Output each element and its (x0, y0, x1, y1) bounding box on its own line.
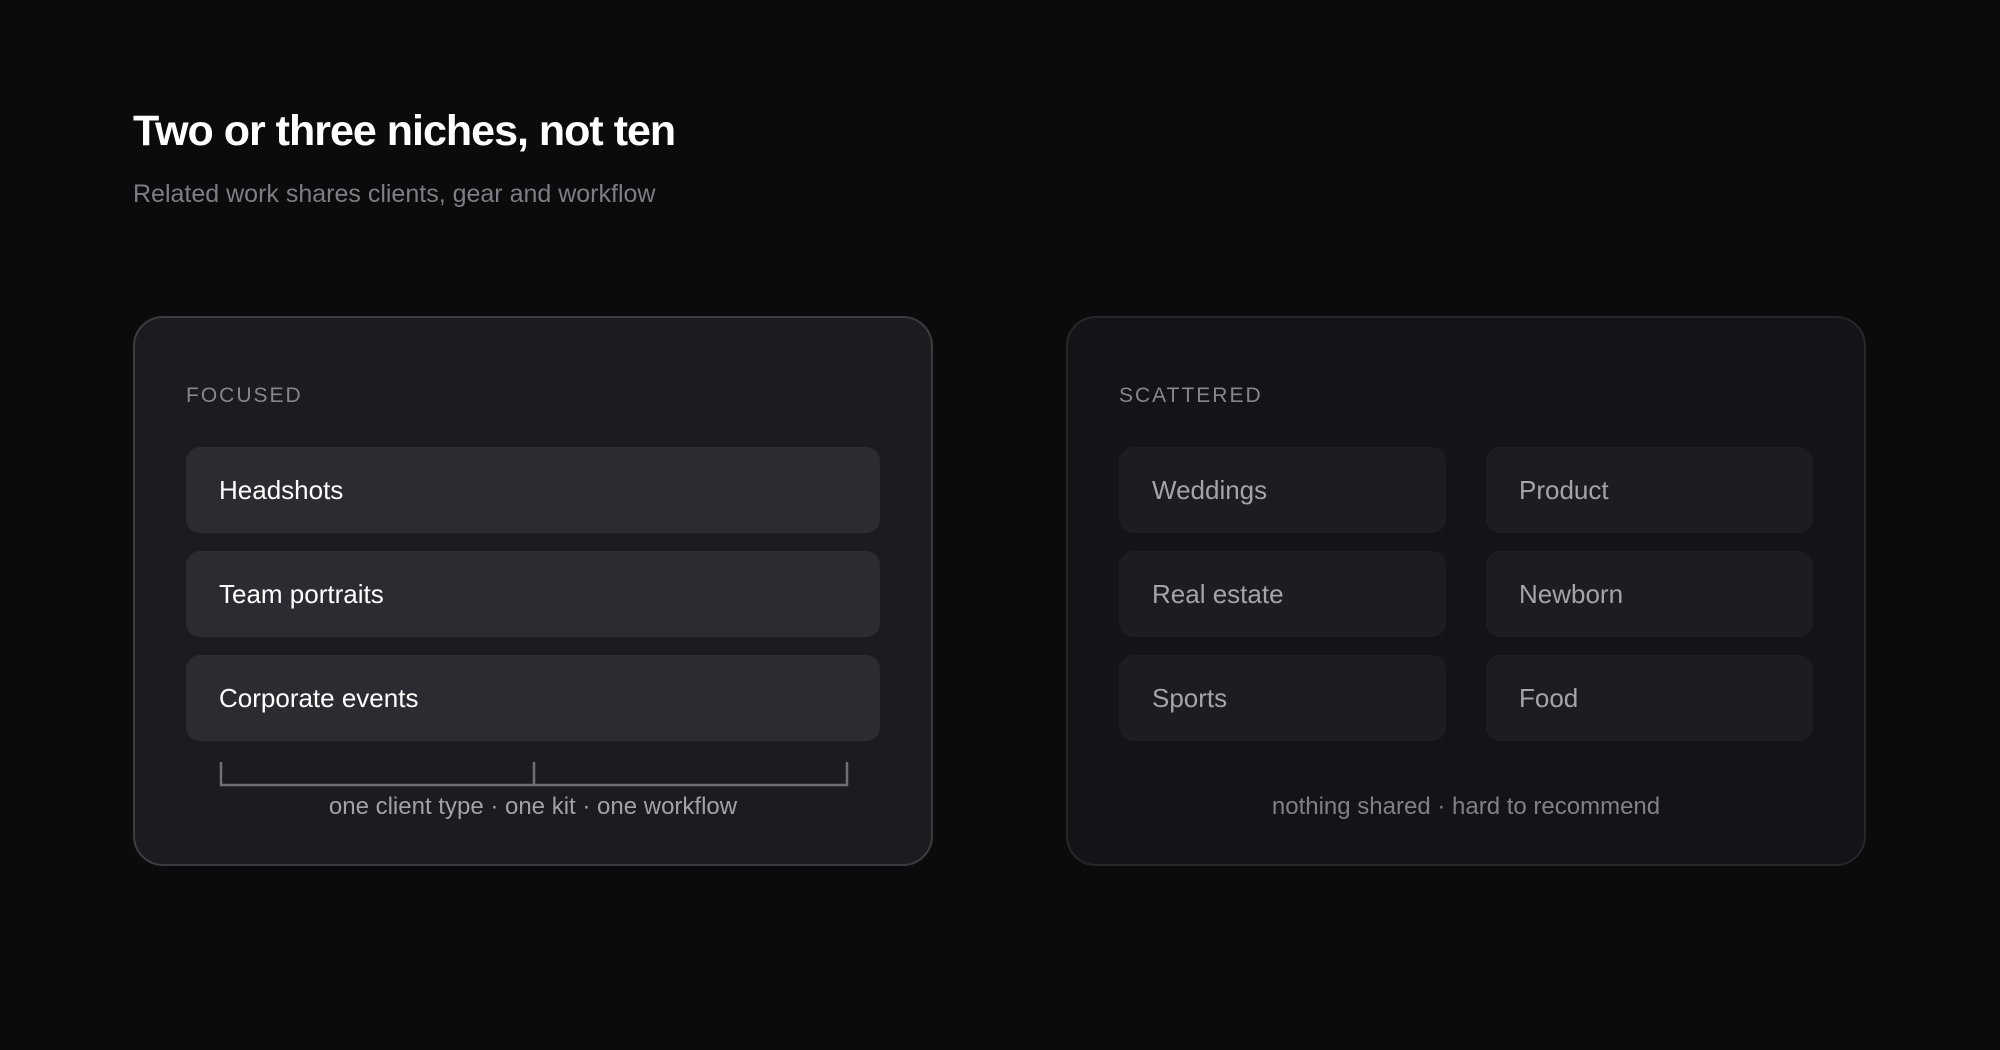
niche-item-newborn: Newborn (1486, 551, 1813, 637)
page-title: Two or three niches, not ten (133, 107, 676, 155)
niche-item-team-portraits: Team portraits (186, 551, 880, 637)
shared-bracket (219, 762, 849, 787)
focused-caption: one client type · one kit · one workflow (328, 793, 738, 820)
niche-item-corporate-events: Corporate events (186, 655, 880, 741)
scattered-label: SCATTERED (1119, 384, 1263, 407)
niche-item-product: Product (1486, 447, 1813, 533)
scattered-panel: SCATTERED Weddings Product Real estate N… (1066, 316, 1866, 866)
focused-label: FOCUSED (186, 384, 303, 407)
focused-panel: FOCUSED Headshots Team portraits Corpora… (133, 316, 933, 866)
niche-item-real-estate: Real estate (1119, 551, 1446, 637)
niche-item-food: Food (1486, 655, 1813, 741)
niche-item-weddings: Weddings (1119, 447, 1446, 533)
page-subtitle: Related work shares clients, gear and wo… (133, 180, 656, 208)
niche-item-headshots: Headshots (186, 447, 880, 533)
niche-item-sports: Sports (1119, 655, 1446, 741)
scattered-caption: nothing shared · hard to recommend (1271, 793, 1661, 820)
